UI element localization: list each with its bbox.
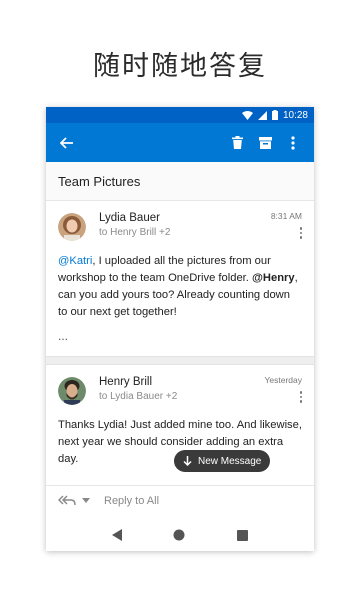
more-vert-icon <box>299 227 302 230</box>
archive-icon <box>258 136 272 149</box>
nav-bar <box>46 519 314 551</box>
delete-button[interactable] <box>226 132 248 154</box>
thread-subject: Team Pictures <box>46 162 314 201</box>
back-button[interactable] <box>56 132 78 154</box>
recipients: to Lydia Bauer +2 <box>99 391 178 402</box>
app-bar <box>46 123 314 162</box>
status-bar: 10:28 <box>46 107 314 123</box>
message-more-button[interactable] <box>271 227 302 239</box>
recipients: to Henry Brill +2 <box>99 227 171 238</box>
more-vert-icon <box>299 391 302 394</box>
message-more-button[interactable] <box>265 391 302 403</box>
wifi-icon <box>241 110 253 120</box>
battery-icon <box>271 110 278 120</box>
archive-button[interactable] <box>254 132 276 154</box>
back-nav-icon[interactable] <box>111 529 122 541</box>
arrow-down-icon <box>183 456 192 466</box>
message-time: Yesterday <box>264 375 303 385</box>
status-time: 10:28 <box>282 109 308 121</box>
avatar <box>58 213 86 241</box>
headline: 随时随地答复 <box>93 51 267 82</box>
sender-name: Lydia Bauer <box>99 212 160 224</box>
reply-bar[interactable]: Reply to All <box>46 485 314 515</box>
cell-signal-icon <box>257 110 267 120</box>
more-vert-icon <box>291 135 295 150</box>
recents-nav-icon[interactable] <box>237 529 249 541</box>
avatar <box>58 377 86 405</box>
reply-label: Reply to All <box>104 494 160 507</box>
mention-link[interactable]: @Henry <box>252 272 295 284</box>
message-body: @Katri, I uploaded all the pictures from… <box>58 253 302 321</box>
arrow-left-icon <box>60 136 73 149</box>
sender-name: Henry Brill <box>99 376 153 388</box>
message-item[interactable]: Lydia Bauer to Henry Brill +2 8:31 AM @K… <box>46 201 314 356</box>
message-time: 8:31 AM <box>270 211 302 221</box>
home-nav-icon[interactable] <box>173 529 185 541</box>
trash-icon <box>231 136 243 149</box>
reply-all-icon <box>58 495 76 506</box>
divider <box>46 356 314 365</box>
more-options-button[interactable] <box>282 132 304 154</box>
mention-link[interactable]: @Katri <box>58 255 92 267</box>
phone-frame: 10:28 Team Pictures Lydia Bauer to Henry… <box>46 107 314 551</box>
show-quoted-button[interactable]: ... <box>58 329 302 349</box>
chevron-down-icon[interactable] <box>82 498 90 503</box>
new-message-button[interactable]: New Message <box>174 450 270 472</box>
new-message-label: New Message <box>198 455 262 467</box>
